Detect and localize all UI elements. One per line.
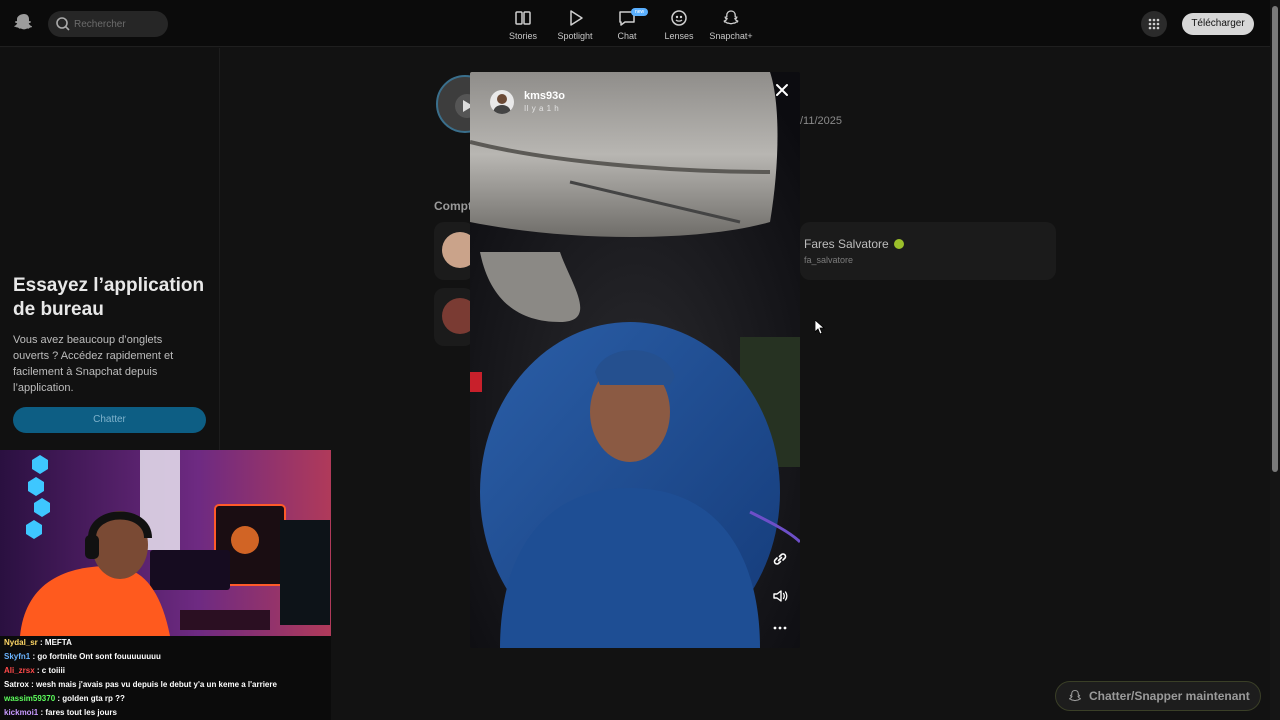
chat-text: : c toiiii [34, 666, 65, 675]
spotlight-icon [570, 10, 583, 26]
suggested-handle: fa_salvatore [804, 255, 854, 265]
story-username[interactable]: kms93o [524, 90, 565, 102]
lenses-icon [671, 10, 687, 26]
nav-chat[interactable]: new Chat [600, 8, 654, 46]
nav-spotlight[interactable]: Spotlight [548, 8, 602, 46]
nav-stories[interactable]: Stories [496, 8, 550, 46]
stream-chat: Nydal_sr : MEFTA Skyfn1 : go fortnite On… [0, 636, 331, 720]
grid-icon [1148, 18, 1160, 30]
story-user-avatar[interactable] [490, 90, 514, 114]
nav-label: Spotlight [557, 31, 593, 41]
nav-label: Snapchat+ [709, 31, 753, 41]
story-time: Il y a 1 h [524, 104, 560, 113]
search-bar[interactable] [48, 11, 168, 37]
chat-message: kickmoi1 : fares tout les jours [4, 706, 327, 720]
nav-label: Chat [617, 31, 637, 41]
stories-icon [515, 11, 531, 25]
verified-badge-icon [894, 239, 904, 249]
chat-user: Nydal_sr [4, 638, 38, 647]
close-story-button[interactable] [773, 81, 791, 99]
search-input[interactable] [74, 15, 162, 33]
share-link-button[interactable] [771, 550, 789, 568]
webcam-image [0, 450, 331, 636]
mute-button[interactable] [771, 587, 789, 605]
page-scrollbar[interactable] [1270, 0, 1280, 720]
mouse-cursor-icon [815, 320, 825, 334]
chat-user: Satrox [4, 680, 29, 689]
snapchat-plus-icon [723, 10, 739, 25]
snapchat-ghost-icon[interactable] [13, 12, 34, 32]
chat-text: : golden gta rp ?? [55, 694, 125, 703]
chat-message: Nydal_sr : MEFTA [4, 636, 327, 650]
link-icon [773, 553, 787, 565]
chat-user: kickmoi1 [4, 708, 39, 717]
chat-text: : MEFTA [37, 638, 72, 647]
chat-message: Skyfn1 : go fortnite Ont sont fouuuuuuuu [4, 650, 327, 664]
promo-title: Essayez l’application de bureau [13, 275, 205, 320]
story-image [470, 72, 800, 648]
chat-user: Skyfn1 [4, 652, 31, 661]
promo-text: Vous avez beaucoup d’onglets ouverts ? A… [13, 334, 174, 394]
download-button[interactable]: Télécharger [1182, 13, 1254, 35]
nav-label: Lenses [664, 31, 694, 41]
chat-message: Ali_zrsx : c toiiii [4, 664, 327, 678]
close-icon [776, 84, 788, 96]
chat-text: : fares tout les jours [38, 708, 117, 717]
suggested-name: Fares Salvatore [804, 237, 889, 251]
chat-message: Satrox : wesh mais j'avais pas vu depuis… [4, 678, 327, 692]
profile-date: /11/2025 [800, 115, 843, 127]
chat-now-button[interactable]: Chatter/Snapper maintenant [1055, 681, 1261, 711]
story-viewer[interactable]: kms93o Il y a 1 h [470, 72, 800, 648]
suggested-account-card[interactable]: Fares Salvatore fa_salvatore [800, 222, 1056, 280]
nav-label: Stories [508, 31, 537, 41]
chat-text: : go fortnite Ont sont fouuuuuuuu [30, 652, 161, 661]
apps-grid-button[interactable] [1141, 11, 1167, 37]
chat-text: : wesh mais j'avais pas vu depuis le deb… [28, 680, 277, 689]
top-bar: Stories Spotlight new Chat Lenses Snapch… [0, 0, 1270, 47]
scrollbar-thumb[interactable] [1272, 6, 1278, 472]
chat-user: Ali_zrsx [4, 666, 35, 675]
ghost-icon [1069, 689, 1081, 702]
volume-icon [773, 590, 788, 602]
more-options-button[interactable] [771, 619, 789, 637]
nav-lenses[interactable]: Lenses [652, 8, 706, 46]
new-badge: new [631, 8, 649, 16]
chat-message: wassim59370 : golden gta rp ?? [4, 692, 327, 706]
more-icon [773, 626, 787, 630]
chat-user: wassim59370 [4, 694, 56, 703]
section-title: Compt [434, 199, 472, 213]
nav-snapchat-plus[interactable]: Snapchat+ [704, 8, 758, 46]
webcam-overlay [0, 450, 331, 636]
chat-now-label: Chatter/Snapper maintenant [1089, 689, 1250, 703]
search-icon [56, 17, 70, 31]
chatter-button[interactable]: Chatter [13, 407, 206, 433]
